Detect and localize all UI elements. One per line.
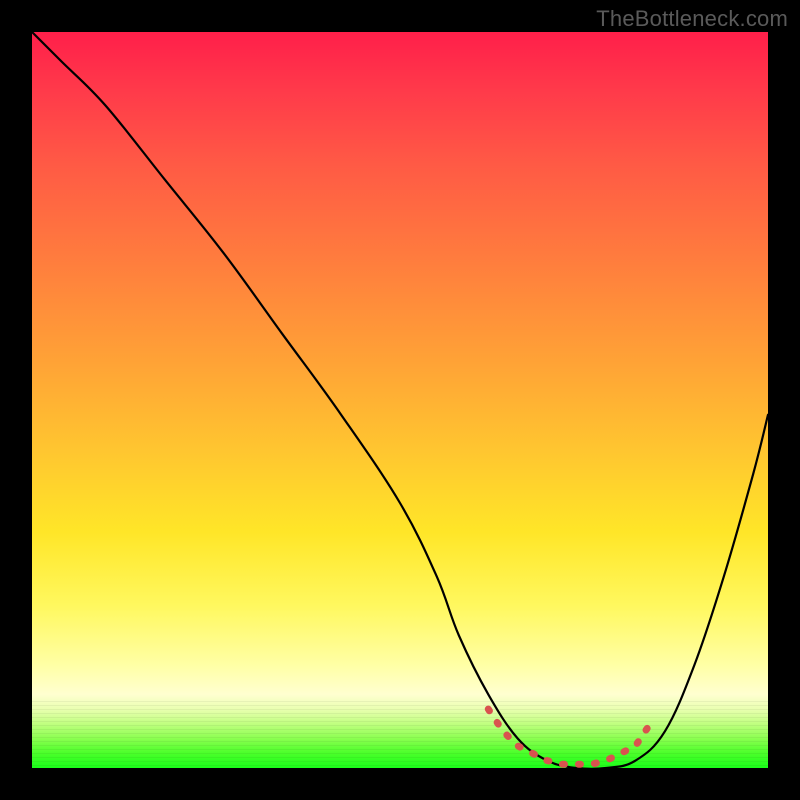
bottleneck-curve	[32, 32, 768, 768]
plot-area	[32, 32, 768, 768]
watermark-text: TheBottleneck.com	[596, 6, 788, 32]
curve-layer	[32, 32, 768, 768]
chart-canvas: TheBottleneck.com	[0, 0, 800, 800]
gradient-banding	[32, 698, 768, 768]
optimal-range-markers	[488, 709, 650, 764]
